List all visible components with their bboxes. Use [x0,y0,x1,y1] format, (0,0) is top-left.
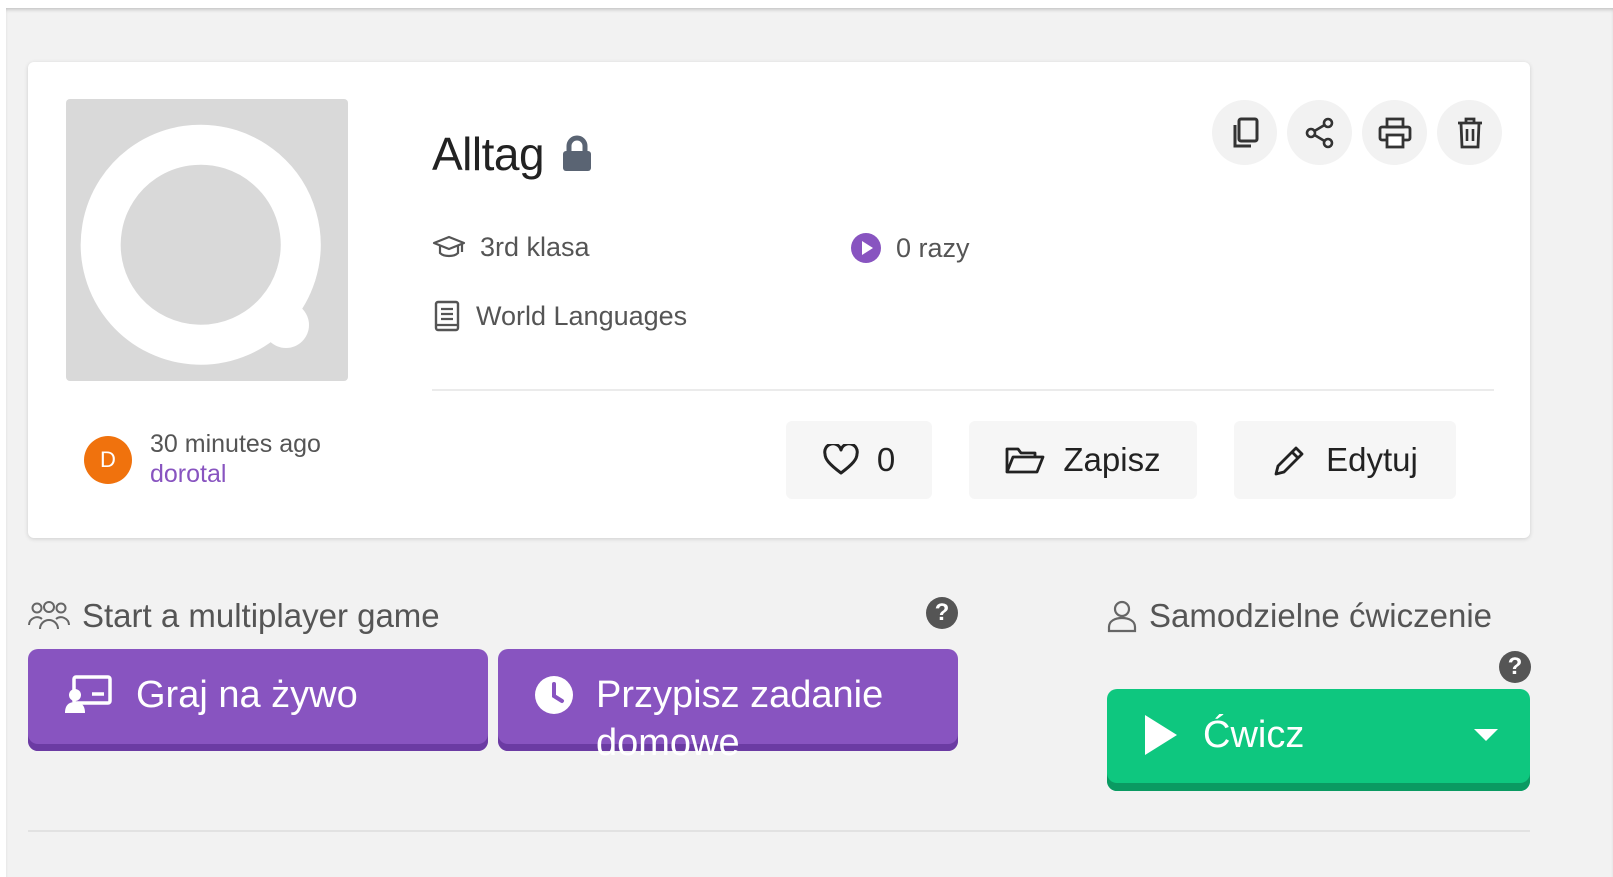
page: D 30 minutes ago dorotal Alltag 3rd klas… [6,8,1613,877]
quiz-thumbnail [66,99,348,381]
like-count: 0 [876,441,896,478]
share-icon [1304,117,1336,149]
grade-text: 3rd klasa [480,232,590,262]
subject-text: World Languages [476,300,688,331]
solo-section-label: Samodzielne ćwiczenie [1107,597,1492,635]
author-time: 30 minutes ago [150,430,321,458]
copy-button[interactable] [1212,100,1277,165]
card-divider [432,389,1494,391]
quizizz-logo-icon [80,124,321,365]
user-icon [1107,599,1137,633]
assign-homework-button[interactable]: Przypisz zadanie domowe [498,649,958,764]
users-icon [28,601,70,631]
print-button[interactable] [1362,100,1427,165]
multiplayer-label-text: Start a multiplayer game [82,597,440,634]
folder-open-icon [1005,445,1045,475]
live-game-label: Graj na żywo [136,674,358,716]
copy-icon [1229,116,1261,150]
presentation-icon [64,675,112,715]
play-circle-icon [850,232,882,264]
edit-button[interactable]: Edytuj [1234,421,1456,499]
delete-button[interactable] [1437,100,1502,165]
share-button[interactable] [1287,100,1352,165]
page-title: Alltag [432,128,545,180]
avatar[interactable]: D [84,436,132,484]
graduation-cap-icon [432,235,466,261]
practice-button[interactable]: Ćwicz [1107,689,1530,791]
author-name-link[interactable]: dorotal [150,460,226,489]
edit-label: Edytuj [1326,441,1418,478]
question-circle-icon[interactable]: ? [1499,651,1531,683]
save-button[interactable]: Zapisz [969,421,1197,499]
lock-icon [560,135,594,173]
grade-row: 3rd klasa [432,232,590,263]
question-circle-icon[interactable]: ? [926,597,958,629]
quiz-title-row: Alltag [432,126,594,182]
author-info: D 30 minutes ago dorotal [84,428,384,488]
multiplayer-section-label: Start a multiplayer game [28,597,440,635]
live-game-button[interactable]: Graj na żywo [28,649,488,751]
play-icon [1141,711,1181,759]
quiz-actions-toolbar [1212,100,1502,165]
solo-label-text: Samodzielne ćwiczenie [1149,597,1493,634]
caret-down-icon[interactable] [1472,727,1500,743]
quiz-card: D 30 minutes ago dorotal Alltag 3rd klas… [28,62,1530,538]
section-divider [28,830,1530,832]
save-label: Zapisz [1063,441,1161,478]
clock-icon [534,675,574,715]
heart-icon [823,444,859,476]
like-button[interactable]: 0 [786,421,932,499]
plays-text: 0 razy [896,232,970,263]
trash-icon [1455,116,1485,150]
practice-label: Ćwicz [1203,714,1305,756]
subject-row: World Languages [432,300,687,332]
print-icon [1378,117,1412,149]
assign-homework-label: Przypisz zadanie domowe [596,674,884,764]
pencil-icon [1272,442,1308,478]
book-icon [432,300,462,332]
plays-row: 0 razy [850,232,970,264]
